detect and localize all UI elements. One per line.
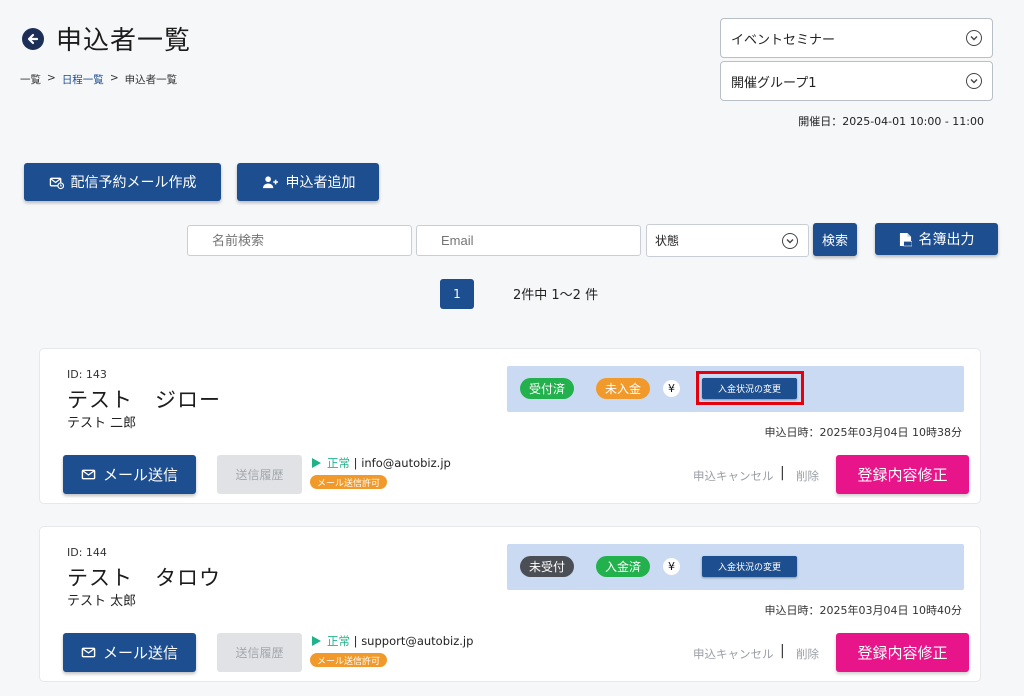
reception-status-badge: 未受付 <box>520 556 575 577</box>
add-applicant-button[interactable]: 申込者追加 <box>237 163 379 201</box>
chevron-down-icon <box>782 232 798 249</box>
edit-registration-button[interactable]: 登録内容修正 <box>836 633 969 672</box>
send-history-button[interactable]: 送信履歴 <box>217 633 302 672</box>
export-list-button[interactable]: 名簿出力 <box>875 223 998 255</box>
mail-state: 正常 <box>327 456 350 470</box>
breadcrumb-list[interactable]: 一覧 <box>20 72 41 87</box>
payment-change-button[interactable]: 入金状況の変更 <box>702 378 797 399</box>
search-button-label: 検索 <box>821 234 848 249</box>
payment-status-badge: 入金済 <box>596 556 651 577</box>
applicant-card: ID: 143 テスト ジロー テスト 二郎 受付済 未入金 ¥ 入金状況の変更… <box>39 348 981 504</box>
breadcrumb-separator: > <box>47 72 56 84</box>
breadcrumb-separator: > <box>109 72 119 84</box>
arrow-left-circle-icon[interactable] <box>22 27 44 50</box>
breadcrumb: 一覧 > 日程一覧 > 申込者一覧 <box>20 72 177 87</box>
name-search-input[interactable] <box>187 225 412 256</box>
link-separator: | <box>780 643 785 659</box>
applicant-card: ID: 144 テスト タロウ テスト 太郎 未受付 入金済 ¥ 入金状況の変更… <box>39 526 981 682</box>
page-button-1[interactable]: 1 <box>440 279 474 309</box>
applicant-email: support@autobiz.jp <box>361 634 474 648</box>
state-select-value: 状態 <box>655 234 680 248</box>
add-applicant-label: 申込者追加 <box>285 175 356 191</box>
applicant-name-kanji: テスト 太郎 <box>67 594 137 609</box>
applied-at: 申込日時：2025年03月04日 10時38分 <box>764 426 962 439</box>
mail-status-text: 正常 | support@autobiz.jp <box>327 634 474 648</box>
scheduled-mail-label: 配信予約メール作成 <box>70 175 197 191</box>
applicant-id-value: 143 <box>85 368 107 381</box>
export-list-label: 名簿出力 <box>918 232 975 248</box>
breadcrumb-current: 申込者一覧 <box>124 74 178 86</box>
mail-permission-badge: メール送信許可 <box>310 475 388 489</box>
applicant-id-label: ID: <box>67 546 83 559</box>
play-icon <box>312 636 321 646</box>
envelope-clock-icon <box>49 177 64 189</box>
applied-at: 申込日時：2025年03月04日 10時40分 <box>764 604 962 617</box>
chevron-down-icon <box>966 73 982 89</box>
applicant-id: ID: 144 <box>67 546 107 559</box>
delete-link[interactable]: 削除 <box>796 646 819 662</box>
send-mail-button[interactable]: メール送信 <box>63 633 196 672</box>
applicant-name: テスト タロウ <box>67 566 221 590</box>
link-separator: | <box>780 465 785 481</box>
yen-icon: ¥ <box>663 380 680 397</box>
chevron-down-icon <box>966 30 982 46</box>
search-button[interactable]: 検索 <box>813 223 857 256</box>
envelope-icon <box>81 469 96 480</box>
mail-state: 正常 <box>327 634 350 648</box>
applicant-name-kanji: テスト 二郎 <box>67 416 137 431</box>
scheduled-mail-button[interactable]: 配信予約メール作成 <box>24 163 221 201</box>
applicant-id: ID: 143 <box>67 368 107 381</box>
payment-status-badge: 未入金 <box>596 378 651 399</box>
applicant-email: info@autobiz.jp <box>361 456 451 470</box>
send-history-button[interactable]: 送信履歴 <box>217 455 302 494</box>
applicant-id-value: 144 <box>85 546 107 559</box>
event-date: 開催日：2025-04-01 10:00 - 11:00 <box>798 115 984 128</box>
delete-link[interactable]: 削除 <box>796 468 819 484</box>
envelope-icon <box>81 647 96 658</box>
state-select[interactable]: 状態 <box>646 224 809 257</box>
page-title: 申込者一覧 <box>56 26 192 56</box>
applicant-id-label: ID: <box>67 368 83 381</box>
page-header: 申込者一覧 <box>22 20 191 57</box>
status-bar: 受付済 未入金 ¥ 入金状況の変更 <box>507 366 964 412</box>
mail-status-text: 正常 | info@autobiz.jp <box>327 456 451 470</box>
reception-status-badge: 受付済 <box>520 378 575 399</box>
mail-status: 正常 | info@autobiz.jp <box>312 455 451 471</box>
result-count: 2件中 1〜2 件 <box>513 288 599 303</box>
cancel-application-link[interactable]: 申込キャンセル <box>693 468 774 484</box>
edit-registration-button[interactable]: 登録内容修正 <box>836 455 969 494</box>
group-select-value: 開催グループ1 <box>731 75 817 91</box>
user-plus-icon <box>262 175 278 188</box>
send-mail-label: メール送信 <box>102 466 178 484</box>
applicant-name: テスト ジロー <box>67 388 221 412</box>
breadcrumb-schedule-list[interactable]: 日程一覧 <box>62 72 104 87</box>
email-search-input[interactable] <box>416 225 641 256</box>
mail-status: 正常 | support@autobiz.jp <box>312 633 473 649</box>
send-mail-button[interactable]: メール送信 <box>63 455 196 494</box>
mail-permission-badge: メール送信許可 <box>310 653 388 667</box>
event-select-value: イベントセミナー <box>731 32 836 48</box>
payment-change-button[interactable]: 入金状況の変更 <box>702 556 797 577</box>
group-select[interactable]: 開催グループ1 <box>720 61 993 101</box>
status-bar: 未受付 入金済 ¥ 入金状況の変更 <box>507 544 964 590</box>
csv-file-icon <box>899 232 912 246</box>
cancel-application-link[interactable]: 申込キャンセル <box>693 646 774 662</box>
yen-icon: ¥ <box>663 558 680 575</box>
play-icon <box>312 458 321 468</box>
event-select[interactable]: イベントセミナー <box>720 18 993 58</box>
send-mail-label: メール送信 <box>102 644 178 662</box>
